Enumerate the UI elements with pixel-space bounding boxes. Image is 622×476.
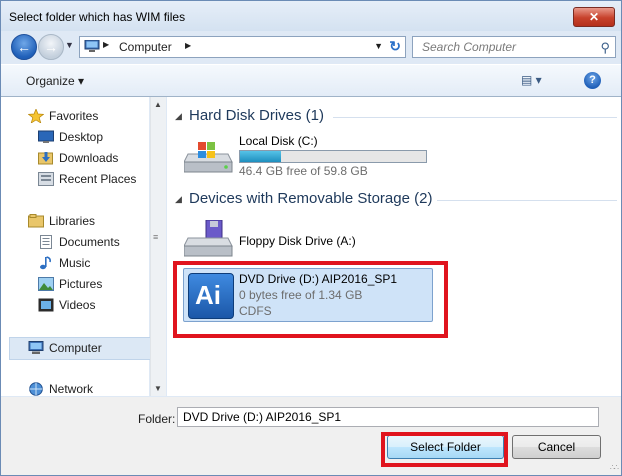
- close-button[interactable]: ✕: [573, 7, 615, 27]
- search-box[interactable]: ⚲: [412, 36, 616, 58]
- address-dropdown-icon[interactable]: ▼: [374, 41, 383, 51]
- libraries-icon: [28, 214, 44, 228]
- dialog-footer: Folder: Select Folder Cancel ∴∴: [1, 397, 621, 475]
- disk-usage-bar: [239, 150, 427, 163]
- sidebar-item-label: Documents: [59, 235, 120, 249]
- navigation-bar: ← → ▼ ▶ Computer ▶ ▼ ↻ ⚲: [1, 31, 621, 63]
- sidebar-item-label: Network: [49, 382, 94, 396]
- drive-free-space: 46.4 GB free of 59.8 GB: [239, 164, 368, 178]
- change-view-button[interactable]: ▤ ▾: [521, 73, 542, 87]
- sidebar-item-label: Libraries: [49, 214, 96, 228]
- documents-icon: [40, 235, 52, 249]
- hard-disk-icon: [184, 142, 233, 173]
- group-header-removable-storage[interactable]: Devices with Removable Storage (2): [189, 190, 432, 207]
- sidebar-item-label: Videos: [59, 298, 96, 312]
- collapse-group-icon[interactable]: ◢: [175, 111, 182, 122]
- sidebar-item-label: Computer: [49, 341, 102, 355]
- resize-grip-icon[interactable]: ∴∴: [610, 463, 619, 472]
- select-folder-button[interactable]: Select Folder: [387, 435, 504, 459]
- sidebar-item-label: Desktop: [59, 130, 104, 144]
- drive-filesystem: CDFS: [239, 304, 272, 318]
- desktop-icon: [38, 130, 54, 143]
- refresh-icon[interactable]: ↻: [389, 38, 401, 55]
- downloads-icon: [38, 152, 53, 165]
- cancel-button[interactable]: Cancel: [512, 435, 601, 459]
- scroll-thumb-grip-icon[interactable]: ≡: [153, 232, 158, 242]
- help-icon[interactable]: ?: [584, 72, 601, 89]
- command-toolbar: Organize ▾ ▤ ▾ ?: [1, 64, 621, 97]
- star-icon: [28, 109, 44, 123]
- drive-name: Floppy Disk Drive (A:): [239, 234, 356, 248]
- sidebar-item-label: Downloads: [59, 151, 119, 165]
- scroll-up-icon[interactable]: ▲: [154, 100, 162, 109]
- group-divider: [437, 200, 617, 201]
- search-icon[interactable]: ⚲: [600, 40, 610, 56]
- computer-icon: [28, 341, 44, 354]
- address-bar[interactable]: ▶ Computer ▶ ▼ ↻: [79, 36, 406, 58]
- recent-places-icon: [38, 172, 54, 186]
- sidebar-item-label: Pictures: [59, 277, 103, 291]
- videos-icon: [38, 298, 54, 312]
- forward-button[interactable]: →: [38, 34, 64, 60]
- breadcrumb-separator-icon[interactable]: ▶: [185, 41, 191, 50]
- organize-menu-button[interactable]: Organize ▾: [26, 74, 84, 88]
- navigation-scrollbar[interactable]: ▲ ≡ ▼: [150, 97, 166, 396]
- sidebar-item-label: Favorites: [49, 109, 99, 123]
- back-button[interactable]: ←: [11, 34, 37, 60]
- sidebar-item-label: Music: [59, 256, 91, 270]
- drive-name: DVD Drive (D:) AIP2016_SP1: [239, 272, 398, 286]
- dialog-window: Select folder which has WIM files ✕ ← → …: [0, 0, 622, 476]
- folder-label: Folder:: [138, 412, 176, 426]
- disk-usage-fill: [240, 151, 281, 162]
- folder-field[interactable]: [177, 407, 599, 427]
- collapse-group-icon[interactable]: ◢: [175, 194, 182, 205]
- computer-icon: [84, 40, 100, 52]
- network-icon: [29, 382, 43, 396]
- drive-item-dvd[interactable]: Ai DVD Drive (D:) AIP2016_SP1 0 bytes fr…: [183, 268, 433, 322]
- recent-pages-dropdown[interactable]: ▼: [65, 40, 74, 50]
- drive-name: Local Disk (C:): [239, 134, 318, 148]
- dvd-app-icon: Ai: [188, 273, 234, 319]
- search-input[interactable]: [413, 37, 598, 57]
- sidebar-item-label: Recent Places: [59, 172, 137, 186]
- title-bar[interactable]: Select folder which has WIM files ✕: [1, 1, 621, 31]
- scroll-down-icon[interactable]: ▼: [154, 384, 162, 393]
- drive-free-space: 0 bytes free of 1.34 GB: [239, 288, 363, 302]
- navigation-pane: Favorites Desktop Downloads Recent Place…: [1, 97, 151, 396]
- breadcrumb-computer[interactable]: Computer: [119, 40, 172, 54]
- music-icon: [40, 256, 51, 270]
- breadcrumb-separator-icon[interactable]: ▶: [103, 40, 109, 49]
- group-header-hard-disk-drives[interactable]: Hard Disk Drives (1): [189, 107, 324, 124]
- pictures-icon: [38, 277, 54, 291]
- dvd-badge-text: Ai: [195, 280, 221, 310]
- floppy-drive-icon: [184, 220, 233, 257]
- content-pane: ◢ Hard Disk Drives (1) Local Disk (C:) 4…: [167, 97, 621, 396]
- window-title: Select folder which has WIM files: [9, 10, 186, 24]
- group-divider: [333, 117, 617, 118]
